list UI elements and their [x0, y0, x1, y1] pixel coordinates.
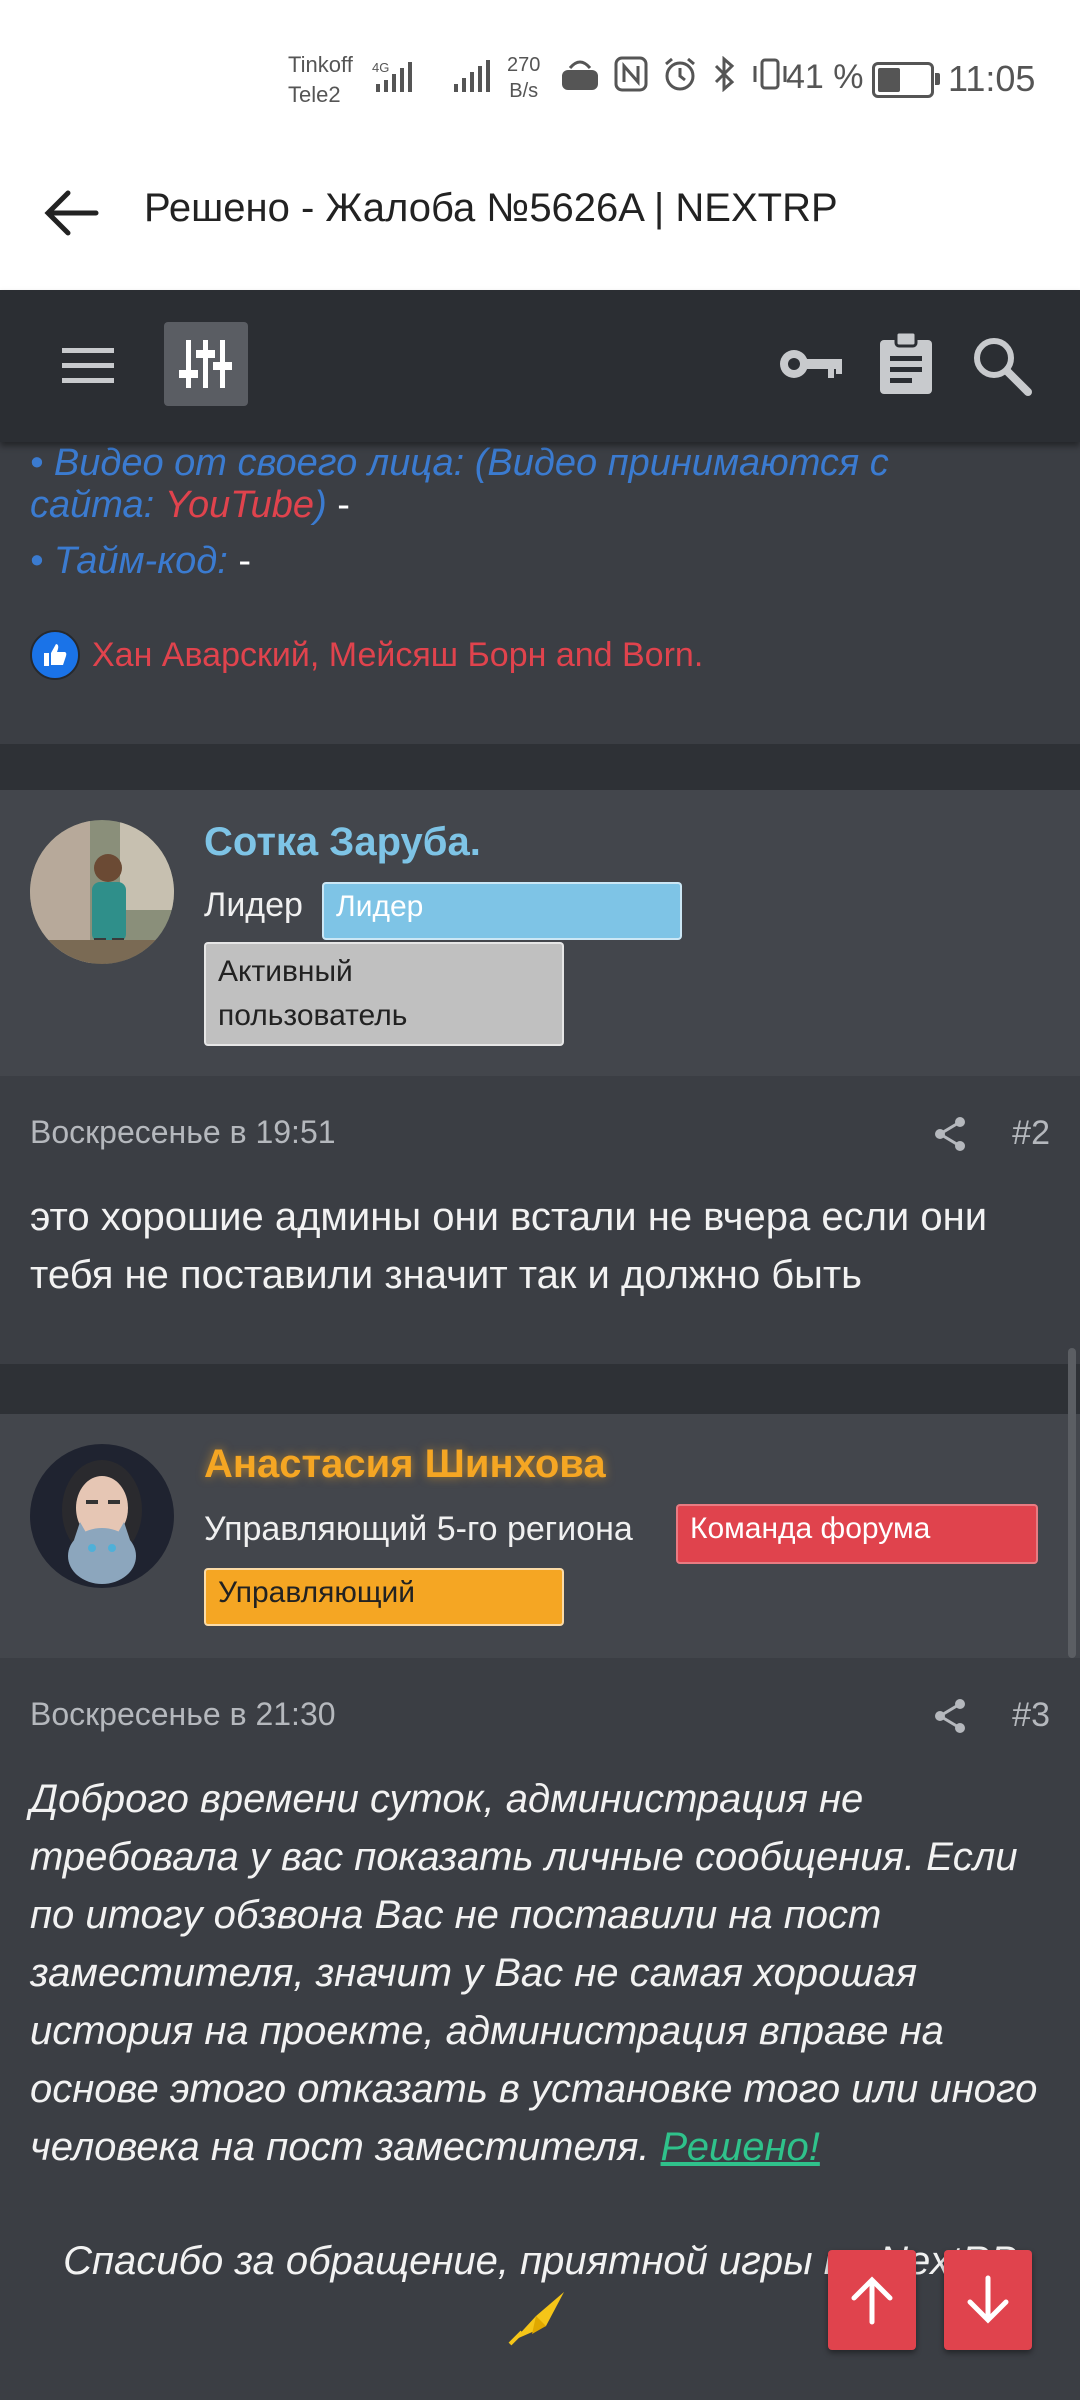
carrier-labels: Tinkoff Tele2 [288, 52, 353, 107]
app-bar: Решено - Жалоба №5626A | NEXTRP [0, 150, 1080, 290]
scroll-up-button[interactable] [828, 2250, 916, 2350]
user-badge-forum-team: Команда форума [676, 1504, 1038, 1564]
wifi-router-icon [562, 60, 598, 90]
svg-text:4G: 4G [372, 60, 389, 75]
clock: 11:05 [948, 58, 1036, 99]
bluetooth-icon [714, 56, 735, 92]
page-title: Решено - Жалоба №5626A | NEXTRP [144, 186, 838, 230]
user-title: Управляющий 5-го региона [204, 1510, 633, 1548]
thumbs-up-icon [30, 630, 80, 680]
post-2-body: Воскресенье в 19:51 #2 это хорошие админ… [0, 1076, 1080, 1364]
avatar[interactable] [30, 820, 174, 964]
search-icon[interactable] [970, 334, 1034, 398]
status-icons [560, 56, 790, 92]
post-3-body: Воскресенье в 21:30 #3 Доброго времени с… [0, 1658, 1080, 2400]
forum-nav-bar [0, 290, 1080, 442]
user-badge-active: Активный пользователь [204, 942, 564, 1046]
user-badge-manager: Управляющий [204, 1568, 564, 1626]
scroll-down-button[interactable] [944, 2250, 1032, 2350]
post-separator [0, 1364, 1080, 1414]
hamburger-menu-icon[interactable] [58, 342, 118, 388]
post-message: Доброго времени суток, администрация не … [30, 1777, 1038, 2169]
user-title: Лидер [204, 886, 303, 924]
arrow-up-icon [851, 2276, 893, 2325]
share-icon[interactable] [930, 1114, 970, 1154]
solved-link[interactable]: Решено! [661, 2125, 820, 2169]
post-date[interactable]: Воскресенье в 21:30 [30, 1696, 336, 1733]
quote-line-2: сайта: YouTube) - [30, 484, 350, 526]
status-bar: Tinkoff Tele2 4G 270 B/s 41 % 11:05 [0, 0, 1080, 150]
battery-percent: 41 % [786, 58, 864, 96]
network-speed: 270 B/s [507, 54, 541, 102]
post-message: это хорошие админы они встали не вчера е… [30, 1195, 988, 1297]
avatar[interactable] [30, 1444, 174, 1588]
post-date[interactable]: Воскресенье в 19:51 [30, 1114, 336, 1151]
username[interactable]: Сотка Заруба. [204, 820, 481, 865]
reaction-users[interactable]: Хан Аварский, Мейсяш Борн and Born. [92, 636, 703, 675]
arrow-down-icon [967, 2275, 1009, 2324]
reactions-bar: Хан Аварский, Мейсяш Борн and Born. [30, 630, 703, 680]
rocket-icon [508, 2292, 564, 2346]
quote-line-1: • Видео от своего лица: (Видео принимают… [30, 442, 889, 484]
user-badge-leader: Лидер [322, 882, 682, 940]
signal-icon-2 [454, 60, 490, 92]
post-3-author: Анастасия Шинхова Управляющий 5-го регио… [0, 1414, 1080, 1660]
youtube-link[interactable]: YouTube [165, 484, 314, 526]
alarm-icon [665, 57, 695, 91]
sliders-icon [179, 340, 232, 388]
vibrate-icon [753, 58, 787, 90]
post-1-tail: • Видео от своего лица: (Видео принимают… [0, 442, 1080, 744]
signal-icon-1: 4G [372, 60, 412, 92]
post-number[interactable]: #2 [1012, 1114, 1050, 1153]
clipboard-icon[interactable] [876, 330, 936, 396]
scrollbar[interactable] [1068, 1348, 1076, 1658]
post-number[interactable]: #3 [1012, 1696, 1050, 1735]
share-icon[interactable] [930, 1696, 970, 1736]
quote-line-3: • Тайм-код: - [30, 540, 252, 582]
post-2-author: Сотка Заруба. Лидер Лидер Активный польз… [0, 790, 1080, 1078]
filter-button[interactable] [164, 322, 248, 406]
username[interactable]: Анастасия Шинхова [204, 1442, 606, 1487]
nfc-icon [614, 56, 648, 92]
back-arrow-icon[interactable] [36, 178, 106, 248]
key-icon[interactable] [776, 336, 846, 392]
post-separator [0, 744, 1080, 790]
battery-icon [872, 62, 940, 98]
